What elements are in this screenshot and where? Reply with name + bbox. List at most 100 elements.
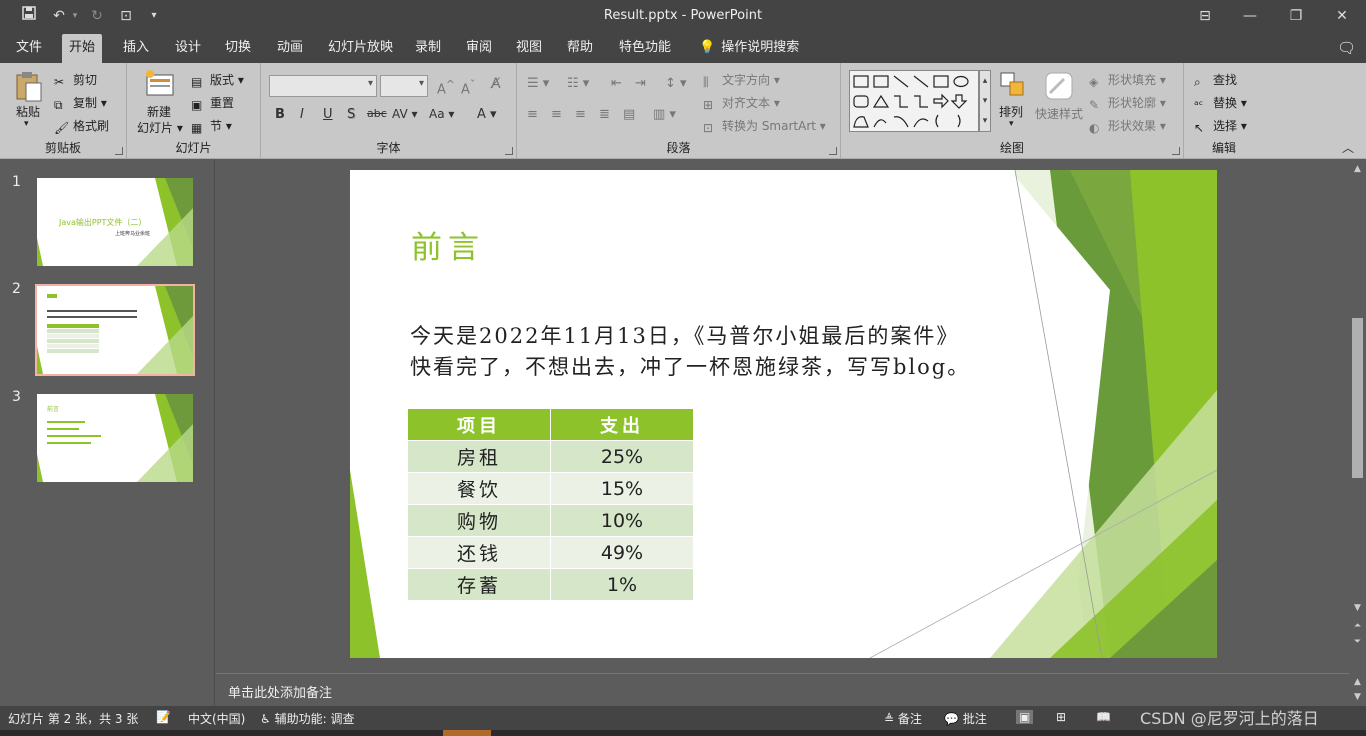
normal-view-icon[interactable]: ▣ [1016, 710, 1034, 724]
minimize-icon[interactable]: — [1235, 4, 1265, 28]
format-painter-button[interactable]: 🖌 格式刷 [54, 117, 109, 135]
language-indicator[interactable]: 中文(中国) [188, 710, 245, 727]
comments-icon[interactable]: 🗨 [1330, 34, 1363, 63]
font-color-button[interactable]: A ▾ [477, 107, 497, 122]
close-icon[interactable]: ✕ [1327, 4, 1357, 28]
undo-dropdown-icon[interactable]: ▾ [64, 6, 86, 26]
slide-thumbnail-1[interactable]: Java输出PPT文件（二） 上班奔马业余班 [37, 178, 193, 266]
cut-button[interactable]: ✂ 剪切 [54, 71, 97, 89]
paragraph-launcher-icon[interactable] [829, 147, 837, 155]
notes-pane[interactable]: 单击此处添加备注 [216, 673, 1349, 706]
notes-scroll-down-icon[interactable]: ▼ [1351, 691, 1364, 703]
align-text-button[interactable]: ⊞ 对齐文本 ▾ [703, 94, 780, 112]
strikethrough-button[interactable]: abc [367, 107, 387, 120]
tell-me-search[interactable]: 💡 操作说明搜索 [692, 34, 806, 63]
notes-toggle[interactable]: ≜ 备注 [884, 710, 922, 727]
tab-special[interactable]: 特色功能 [612, 34, 678, 63]
taskbar-active-app[interactable] [443, 730, 491, 736]
bullets-icon[interactable]: ☰ ▾ [527, 76, 549, 91]
scroll-down-icon[interactable]: ▼ [1351, 602, 1364, 614]
slide-title[interactable]: 前言 [411, 222, 485, 267]
justify-icon[interactable]: ≣ [599, 107, 610, 122]
body-text-line-2[interactable]: 快看完了，不想出去，冲了一杯恩施绿茶，写写blog。 [410, 351, 970, 381]
shapes-gallery[interactable] [849, 70, 979, 132]
scroll-up-icon[interactable]: ▲ [1351, 163, 1364, 175]
tab-transitions[interactable]: 切换 [218, 34, 258, 63]
spellcheck-icon[interactable]: 📝 [156, 710, 171, 724]
collapse-ribbon-icon[interactable]: ︿ [1342, 139, 1354, 156]
clipboard-launcher-icon[interactable] [115, 147, 123, 155]
slide-thumbnail-3[interactable]: 前言 [37, 394, 193, 482]
change-case-button[interactable]: Aa ▾ [429, 107, 454, 121]
italic-button[interactable]: I [300, 107, 304, 122]
numbering-icon[interactable]: ☷ ▾ [567, 76, 589, 91]
paste-icon[interactable] [14, 71, 44, 106]
line-spacing-icon[interactable]: ↕ ▾ [665, 76, 687, 91]
align-right-icon[interactable]: ≡ [575, 107, 586, 122]
notes-placeholder[interactable]: 单击此处添加备注 [228, 682, 332, 701]
drawing-launcher-icon[interactable] [1172, 147, 1180, 155]
tab-animations[interactable]: 动画 [270, 34, 310, 63]
slide-canvas[interactable]: 前言 今天是2022年11月13日，《马普尔小姐最后的案件》 快看完了，不想出去… [350, 170, 1217, 658]
char-spacing-button[interactable]: AV ▾ [392, 107, 418, 121]
columns-icon[interactable]: ▥ ▾ [653, 107, 676, 122]
find-button[interactable]: ⌕ 查找 [1194, 71, 1237, 89]
arrange-icon[interactable] [999, 71, 1027, 102]
body-text-line-1[interactable]: 今天是2022年11月13日，《马普尔小姐最后的案件》 [410, 320, 959, 350]
copy-button[interactable]: ⧉ 复制 ▾ [54, 94, 107, 112]
shadow-button[interactable]: S [347, 107, 355, 122]
redo-icon[interactable]: ↻ [86, 6, 108, 26]
tab-slideshow[interactable]: 幻灯片放映 [321, 34, 400, 63]
accessibility-status[interactable]: ♿ 辅助功能: 调查 [260, 710, 354, 727]
clear-format-icon[interactable]: A̸ [491, 76, 501, 92]
vertical-scrollbar[interactable]: ▲ ▼ ⏶ ⏷ ▲ ▼ [1349, 160, 1366, 706]
bold-button[interactable]: B [275, 107, 285, 122]
tab-home[interactable]: 开始 [62, 34, 103, 63]
quick-styles-button[interactable]: 快速样式 [1035, 105, 1083, 122]
align-left-icon[interactable]: ≡ [527, 107, 538, 122]
previous-slide-icon[interactable]: ⏶ [1351, 620, 1364, 632]
decrease-indent-icon[interactable]: ⇤ [611, 76, 622, 91]
arrange-dropdown-icon[interactable]: ▾ [1009, 119, 1014, 129]
section-button[interactable]: ▦ 节 ▾ [191, 117, 232, 135]
scrollbar-thumb[interactable] [1352, 318, 1363, 478]
replace-button[interactable]: ᵃᶜ 替换 ▾ [1194, 94, 1247, 112]
increase-indent-icon[interactable]: ⇥ [635, 76, 646, 91]
smartart-button[interactable]: ⊡ 转换为 SmartArt ▾ [703, 117, 826, 135]
shapes-gallery-scroll[interactable]: ▴ ▾ ▾ [979, 70, 991, 132]
slide-thumbnail-2-selected[interactable] [35, 284, 195, 376]
font-launcher-icon[interactable] [505, 147, 513, 155]
quick-styles-icon[interactable] [1044, 71, 1074, 104]
new-slide-dropdown[interactable]: 幻灯片 ▾ [137, 119, 183, 136]
tab-design[interactable]: 设计 [168, 34, 208, 63]
tab-insert[interactable]: 插入 [116, 34, 156, 63]
ribbon-display-options-icon[interactable]: ⊟ [1190, 4, 1220, 28]
shape-effects-button[interactable]: ◐ 形状效果 ▾ [1089, 117, 1166, 135]
tab-review[interactable]: 审阅 [459, 34, 499, 63]
tab-record[interactable]: 录制 [408, 34, 448, 63]
restore-icon[interactable]: ❐ [1281, 4, 1311, 28]
comments-toggle[interactable]: 💬 批注 [944, 710, 987, 727]
font-size-combo[interactable] [380, 75, 428, 97]
slide-sorter-icon[interactable]: ⊞ [1056, 710, 1066, 724]
shape-outline-button[interactable]: ✎ 形状轮廓 ▾ [1089, 94, 1166, 112]
start-from-beginning-icon[interactable]: ⊡ [115, 6, 137, 26]
tab-help[interactable]: 帮助 [560, 34, 600, 63]
arrange-button[interactable]: 排列 [999, 103, 1023, 120]
text-direction-button[interactable]: ⫼ 文字方向 ▾ [703, 71, 780, 89]
layout-button[interactable]: ▤ 版式 ▾ [191, 71, 244, 89]
select-button[interactable]: ↖ 选择 ▾ [1194, 117, 1247, 135]
expense-table[interactable]: 项目 支出 房租 25% 餐饮 15% 购物 10% 还钱 49% 存蓄 1% [407, 408, 694, 601]
new-slide-icon[interactable] [145, 69, 177, 102]
font-name-combo[interactable] [269, 75, 377, 97]
shape-fill-button[interactable]: ◈ 形状填充 ▾ [1089, 71, 1166, 89]
save-icon[interactable] [18, 6, 40, 26]
reset-button[interactable]: ▣ 重置 [191, 94, 234, 112]
tab-file[interactable]: 文件 [9, 34, 49, 63]
paste-button[interactable]: 粘贴 [16, 103, 40, 120]
notes-scroll-up-icon[interactable]: ▲ [1351, 676, 1364, 688]
underline-button[interactable]: U [323, 107, 333, 122]
align-center-icon[interactable]: ≡ [551, 107, 562, 122]
paste-dropdown-icon[interactable]: ▾ [24, 119, 29, 129]
distributed-icon[interactable]: ▤ [623, 107, 635, 122]
